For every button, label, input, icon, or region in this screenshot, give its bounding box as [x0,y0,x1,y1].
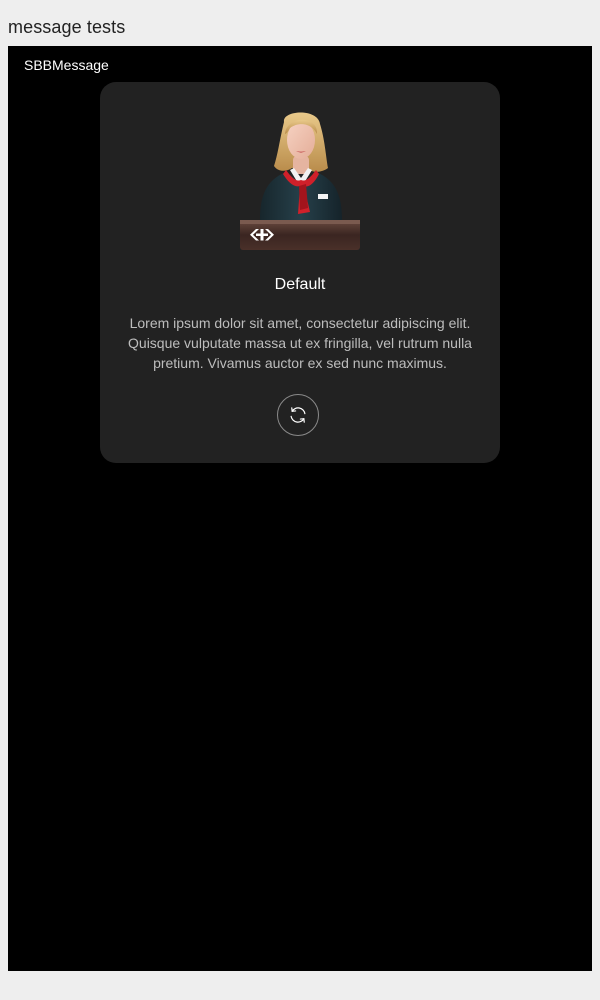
page-title: message tests [8,17,126,37]
test-frame: SBBMessage Default Lorem ipsum dolor sit… [8,46,592,971]
message-card: Default Lorem ipsum dolor sit amet, cons… [100,82,500,463]
arrows-circle-icon [290,407,306,423]
reload-button[interactable] [277,394,319,436]
message-title: Default [274,276,326,293]
message-text: Lorem ipsum dolor sit amet, consectetur … [128,315,472,371]
station-attendant-illustration [240,112,360,250]
frame-label: SBBMessage [24,57,109,73]
